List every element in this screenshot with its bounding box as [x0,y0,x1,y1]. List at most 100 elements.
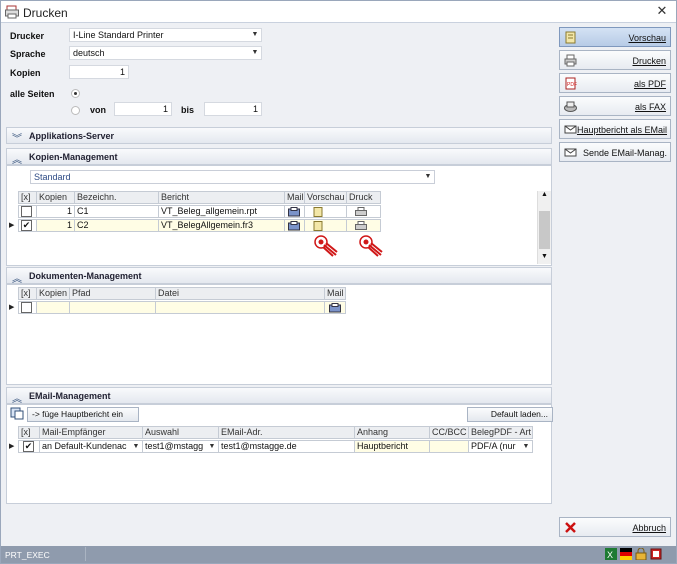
preview-cell-icon[interactable] [313,221,323,231]
attachment-cell[interactable]: Hauptbericht [354,440,430,453]
pdf-type-select[interactable]: PDF/A (nur ▼ [468,440,533,453]
chevron-down-icon[interactable]: ▼ [250,48,260,58]
chevron-down-icon[interactable]: ▼ [131,442,141,452]
chevron-double-down-icon[interactable]: ︾ [12,130,22,145]
scroll-thumb[interactable] [539,211,550,249]
vertical-scrollbar[interactable]: ▲ ▼ [537,191,551,264]
row-path[interactable] [69,301,156,314]
app-server-section-header[interactable]: ︾ Applikations-Server [6,127,552,145]
col-header-check[interactable]: [x] [18,191,37,204]
printer-value: I-Line Standard Printer [73,30,164,40]
row-file[interactable] [155,301,325,314]
chevron-down-icon[interactable]: ▼ [207,442,217,452]
cancel-button[interactable]: Abbruch [559,517,671,537]
col-header-file[interactable]: Datei [155,287,325,300]
print-cell-icon[interactable] [355,207,367,217]
scroll-down-icon[interactable]: ▼ [541,253,548,260]
col-header-copies[interactable]: Kopien [36,191,75,204]
col-header-path[interactable]: Pfad [69,287,156,300]
copies-input[interactable]: 1 [69,65,129,79]
send-email-management-button[interactable]: Sende EMail-Manag. [559,142,671,162]
german-flag-icon[interactable] [620,548,632,560]
email-management-panel: -> füge Hauptbericht ein Default laden..… [6,404,553,504]
scroll-up-icon[interactable]: ▲ [541,191,548,198]
row-checkbox[interactable]: ✔ [21,220,32,231]
preview-label: Vorschau [628,33,666,43]
col-header-name[interactable]: Bezeichn. [74,191,159,204]
col-header-cc-bcc[interactable]: CC/BCC [429,426,469,439]
mail-cell-icon[interactable] [288,221,300,231]
selection-select[interactable]: test1@mstagg ▼ [142,440,219,453]
as-fax-button[interactable]: als FAX [559,96,671,116]
as-pdf-label: als PDF [633,79,666,89]
chevron-double-up-icon[interactable]: ︽ [12,390,22,405]
chevron-down-icon[interactable]: ▼ [250,30,260,40]
row-checkbox[interactable]: ✔ [23,441,34,452]
print-button[interactable]: Drucken [559,50,671,70]
preview-button[interactable]: Vorschau [559,27,671,47]
excel-icon[interactable]: X [605,548,617,560]
col-header-pdf-type[interactable]: BelegPDF - Art [468,426,533,439]
page-range-radio[interactable] [71,106,80,115]
all-pages-radio[interactable] [71,89,80,98]
cc-bcc-cell[interactable] [429,440,469,453]
email-management-section-header[interactable]: ︽ EMail-Management [6,387,552,405]
copies-management-section-header[interactable]: ︽ Kopien-Management [6,148,552,166]
row-copies[interactable]: 1 [36,205,75,218]
chevron-double-up-icon[interactable]: ︽ [12,151,22,166]
fax-icon [564,101,577,112]
email-address-cell[interactable]: test1@mstagge.de [218,440,355,453]
row-copies[interactable]: 1 [36,219,75,232]
language-select[interactable]: deutsch ▼ [69,46,262,60]
row-report[interactable]: VT_BelegAllgemein.fr3 [158,219,285,232]
lock-icon[interactable] [635,548,647,560]
col-header-email-address[interactable]: EMail-Adr. [218,426,355,439]
add-report-icon [10,407,24,420]
col-header-selection[interactable]: Auswahl [142,426,219,439]
col-header-mail[interactable]: Mail [324,287,346,300]
print-cell-icon[interactable] [355,221,367,231]
send-email-management-label: Sende EMail-Manag. [582,148,667,158]
chevron-double-up-icon[interactable]: ︽ [12,270,22,285]
row-name[interactable]: C1 [74,205,159,218]
row-report[interactable]: VT_Beleg_allgemein.rpt [158,205,285,218]
load-default-button[interactable]: Default laden... [467,407,553,422]
svg-text:PDF: PDF [567,82,577,88]
row-copies[interactable] [36,301,70,314]
database-icon[interactable] [650,548,662,560]
as-pdf-button[interactable]: PDF als PDF [559,73,671,93]
preview-cell-icon[interactable] [313,207,323,217]
email-send-icon [564,148,577,157]
col-header-print[interactable]: Druck [346,191,381,204]
print-dialog-window: Drucken ✕ Drucker I-Line Standard Printe… [0,0,677,564]
col-header-check[interactable]: [x] [18,426,40,439]
printer-select[interactable]: I-Line Standard Printer ▼ [69,28,262,42]
chevron-down-icon[interactable]: ▼ [423,172,433,182]
close-icon[interactable]: ✕ [655,4,669,18]
recipient-select[interactable]: an Default-Kundenac ▼ [39,440,143,453]
as-fax-label: als FAX [634,102,666,112]
printer-icon [564,54,577,67]
col-header-preview[interactable]: Vorschau [304,191,347,204]
email-icon [564,125,577,134]
col-header-copies[interactable]: Kopien [36,287,70,300]
col-header-check[interactable]: [x] [18,287,37,300]
main-report-email-button[interactable]: Hauptbericht als EMail [559,119,671,139]
col-header-attachment[interactable]: Anhang [354,426,430,439]
mail-cell-icon[interactable] [288,207,300,217]
add-main-report-button[interactable]: -> füge Hauptbericht ein [27,407,139,422]
row-checkbox[interactable] [21,206,32,217]
chevron-down-icon[interactable]: ▼ [521,442,531,452]
row-name[interactable]: C2 [74,219,159,232]
mail-cell-icon[interactable] [329,303,341,313]
from-page-input[interactable]: 1 [114,102,172,116]
documents-management-section-header[interactable]: ︽ Dokumenten-Management [6,267,552,285]
row-checkbox[interactable] [21,302,32,313]
copies-profile-select[interactable]: Standard ▼ [30,170,435,184]
window-title: Drucken [23,6,68,20]
col-header-report[interactable]: Bericht [158,191,285,204]
language-label: Sprache [10,49,46,59]
col-header-recipient[interactable]: Mail-Empfänger [39,426,143,439]
col-header-mail[interactable]: Mail [284,191,305,204]
to-page-input[interactable]: 1 [204,102,262,116]
